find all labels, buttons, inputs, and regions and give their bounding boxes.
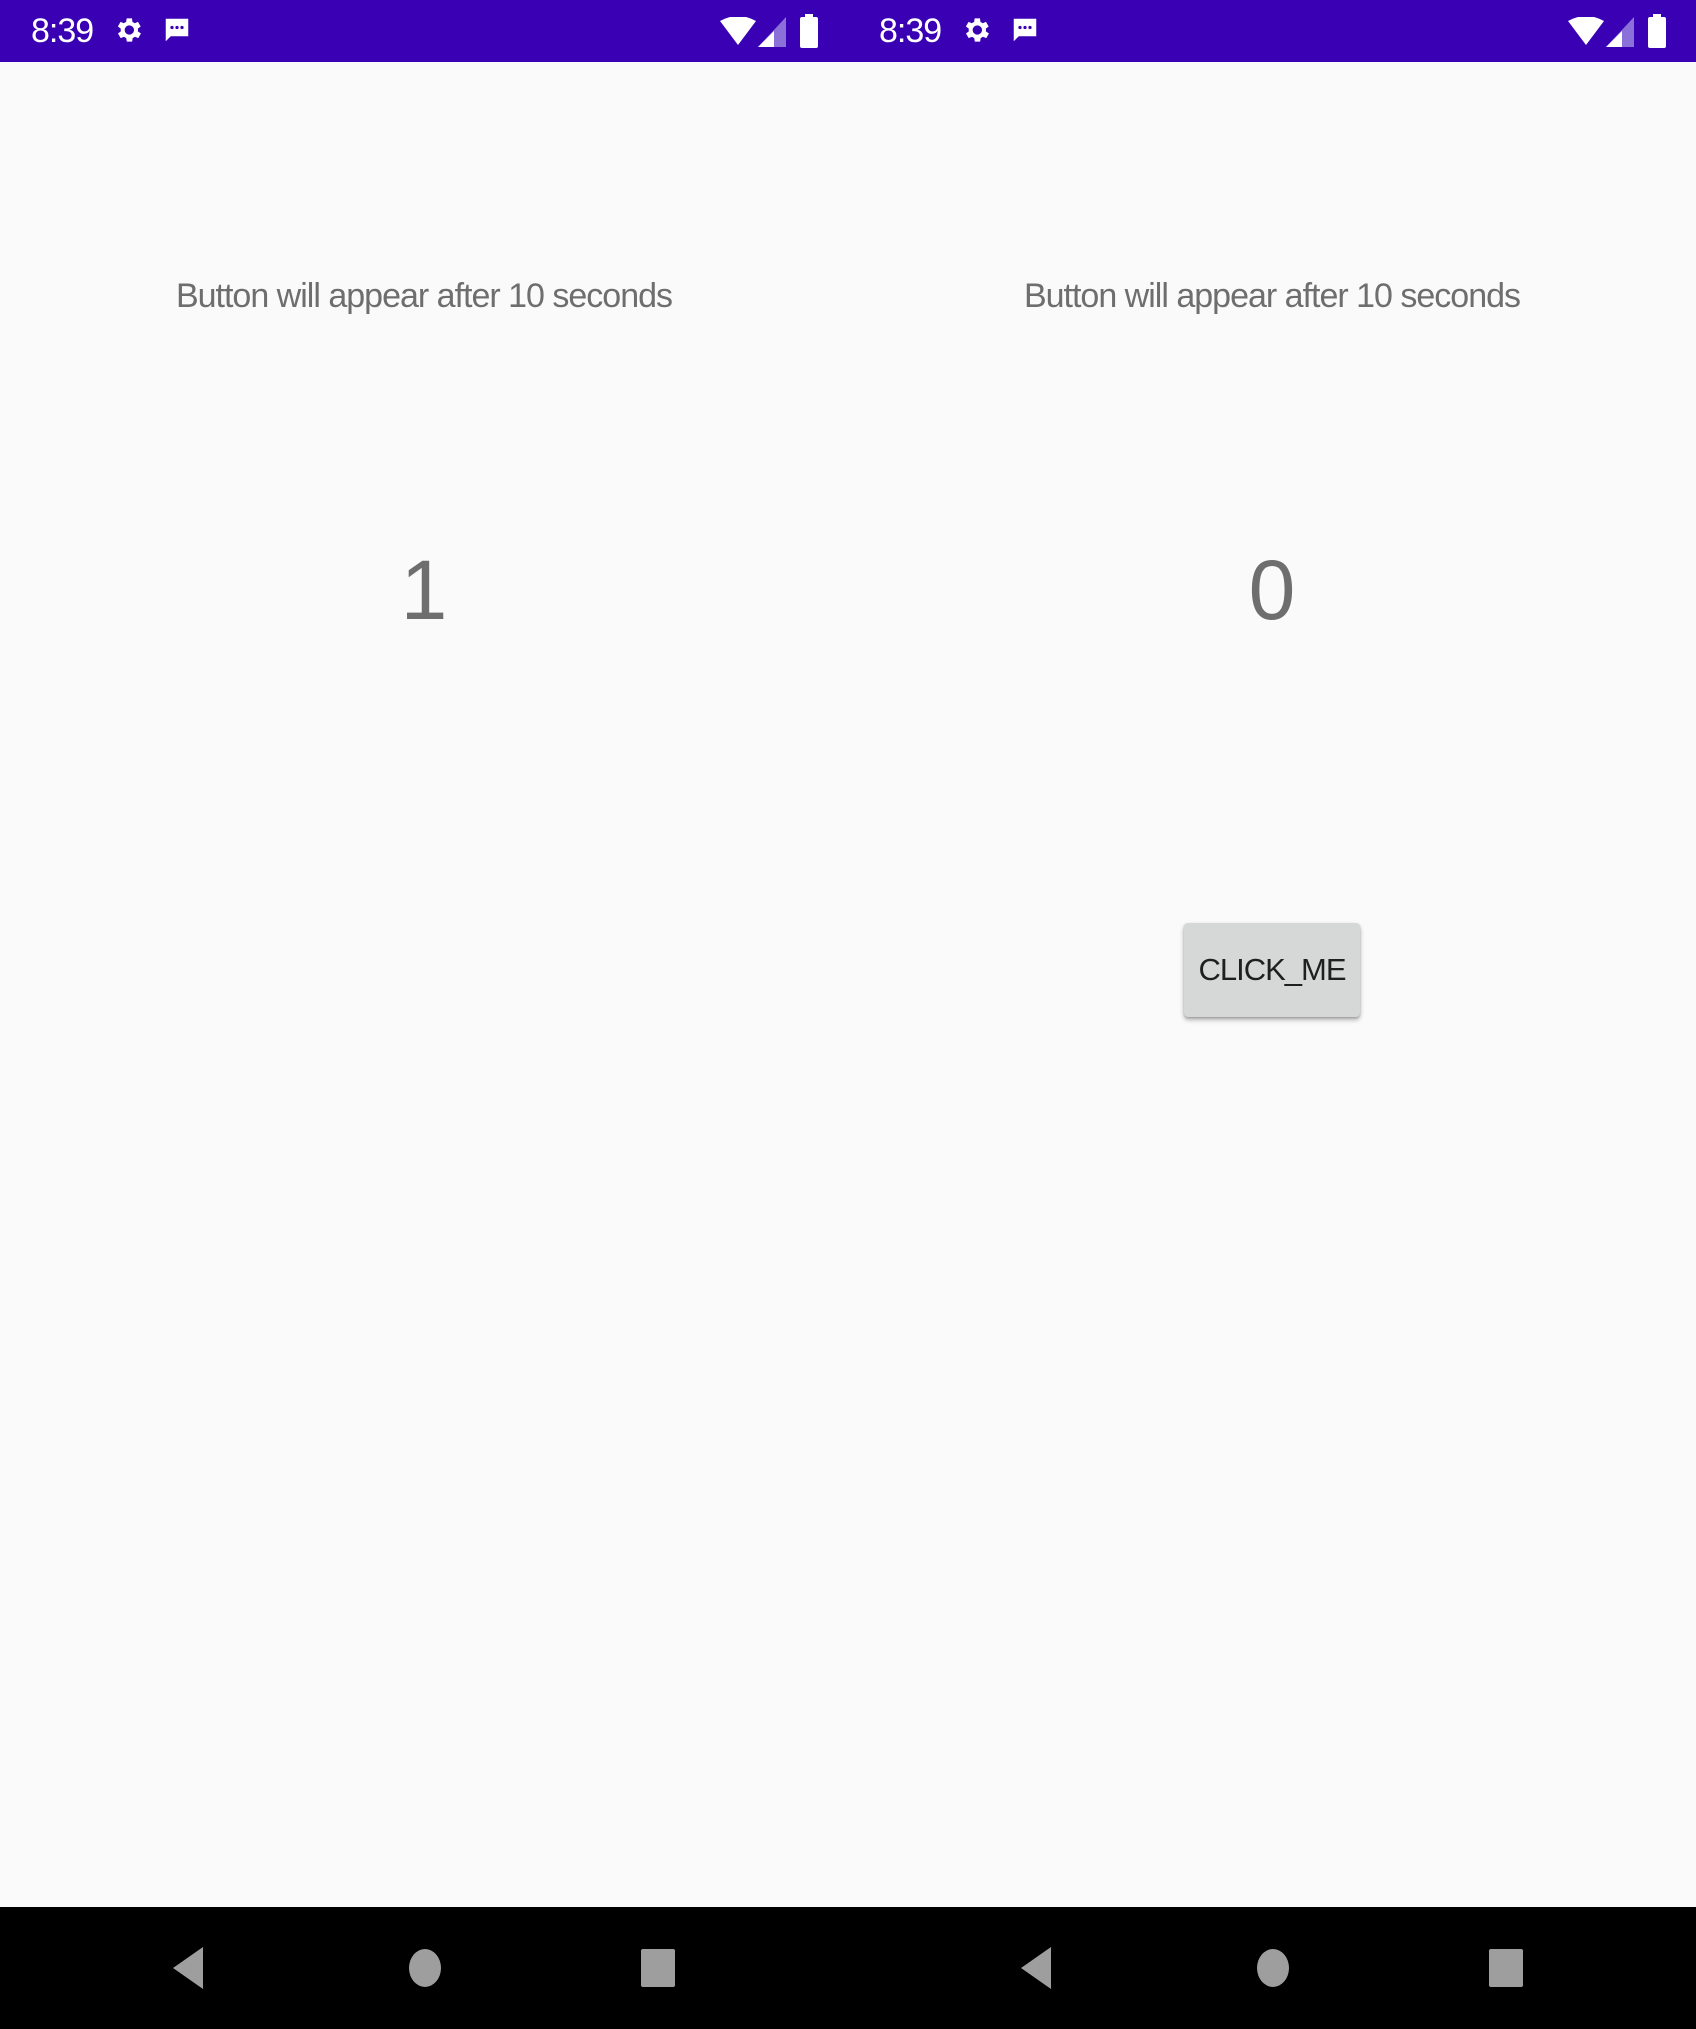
recents-icon[interactable] bbox=[1481, 1943, 1531, 1993]
battery-icon bbox=[800, 14, 818, 48]
status-bar: 8:39 bbox=[848, 0, 1696, 62]
phone-screen-before: 8:39 Button will appear after 10 seconds… bbox=[0, 0, 848, 1907]
wifi-icon bbox=[720, 17, 756, 45]
countdown-counter: 1 bbox=[400, 543, 448, 637]
settings-gear-icon bbox=[117, 18, 141, 42]
message-icon bbox=[1013, 18, 1037, 42]
cell-signal-icon bbox=[758, 17, 786, 47]
settings-gear-icon bbox=[965, 18, 989, 42]
home-icon[interactable] bbox=[400, 1943, 450, 1993]
click-me-button[interactable]: CLICK_ME bbox=[1184, 923, 1360, 1017]
countdown-counter: 0 bbox=[1248, 543, 1296, 637]
status-bar: 8:39 bbox=[0, 0, 848, 62]
phone-screen-after: 8:39 Button will appear after 10 seconds… bbox=[848, 0, 1696, 1907]
cell-signal-icon bbox=[1606, 17, 1634, 47]
status-time: 8:39 bbox=[879, 12, 942, 50]
recents-icon[interactable] bbox=[633, 1943, 683, 1993]
back-icon[interactable] bbox=[1013, 1943, 1063, 1993]
instruction-text: Button will appear after 10 seconds bbox=[1023, 277, 1521, 315]
home-icon[interactable] bbox=[1248, 1943, 1298, 1993]
instruction-text: Button will appear after 10 seconds bbox=[175, 277, 673, 315]
battery-icon bbox=[1648, 14, 1666, 48]
navigation-bar bbox=[0, 1907, 1696, 2029]
wifi-icon bbox=[1568, 17, 1604, 45]
back-icon[interactable] bbox=[165, 1943, 215, 1993]
comparison-screenshot: 8:39 Button will appear after 10 seconds… bbox=[0, 0, 1696, 2029]
message-icon bbox=[165, 18, 189, 42]
status-time: 8:39 bbox=[31, 12, 94, 50]
